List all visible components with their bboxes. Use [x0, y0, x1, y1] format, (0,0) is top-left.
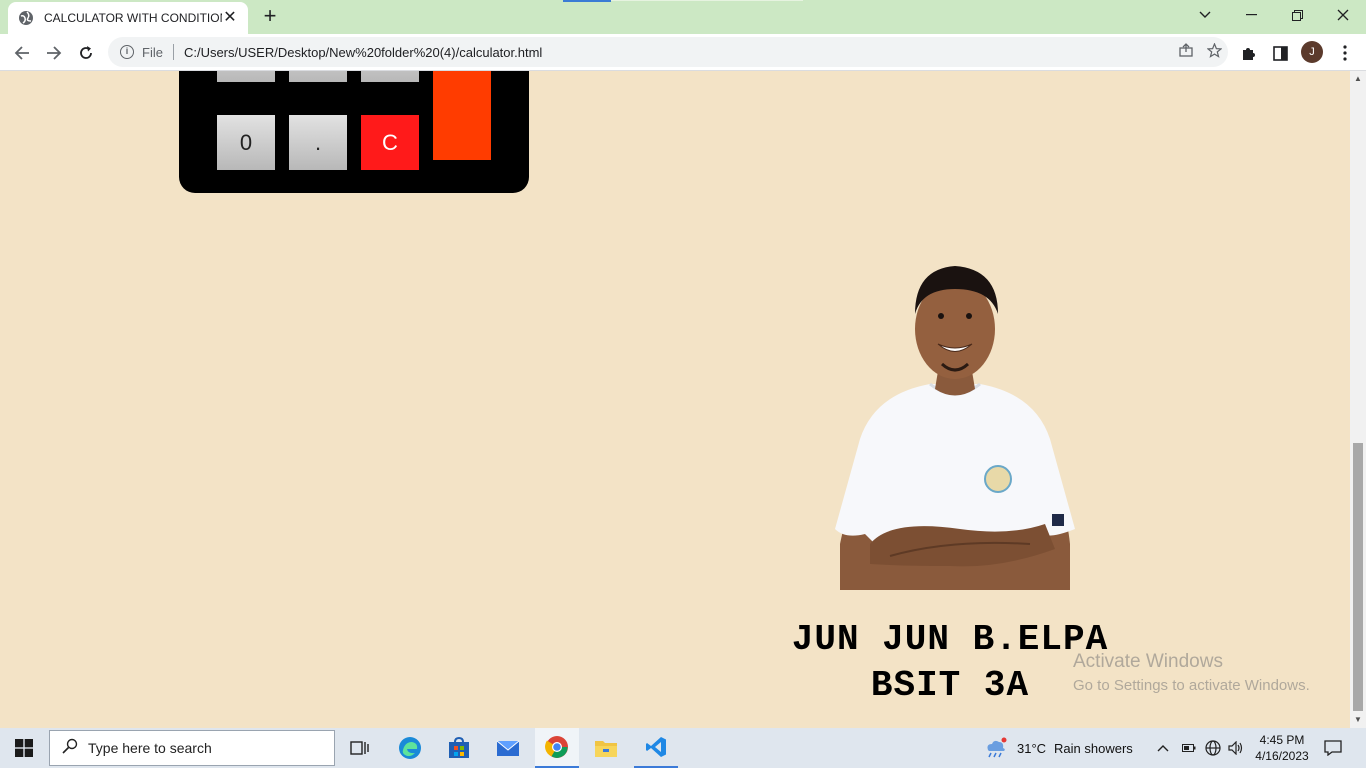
watermark-subtitle: Go to Settings to activate Windows. — [1073, 677, 1310, 694]
weather-widget[interactable]: 31°C Rain showers — [983, 728, 1133, 768]
menu-kebab-icon[interactable] — [1334, 42, 1356, 64]
search-placeholder: Type here to search — [88, 740, 212, 756]
reload-button[interactable] — [72, 39, 100, 67]
profile-avatar[interactable]: J — [1301, 41, 1323, 63]
minimize-button[interactable] — [1228, 0, 1274, 30]
clock-date: 4/16/2023 — [1255, 749, 1309, 763]
start-button[interactable] — [0, 728, 48, 768]
file-scheme-label: File — [142, 44, 163, 60]
new-tab-button[interactable]: + — [258, 5, 282, 29]
tab-strip-accent — [563, 0, 611, 2]
scroll-up-arrow-icon[interactable]: ▲ — [1350, 71, 1366, 87]
key-2[interactable]: 2 — [289, 71, 347, 82]
omnibox-divider — [172, 44, 174, 60]
taskbar-search-box[interactable]: Type here to search — [49, 730, 335, 766]
url-text[interactable]: C:/Users/USER/Desktop/New%20folder%20(4)… — [184, 45, 1172, 60]
browser-tab-active[interactable]: CALCULATOR WITH CONDITION ✕ — [8, 2, 248, 34]
weather-temperature: 31°C — [1017, 740, 1047, 756]
close-window-button[interactable] — [1320, 0, 1366, 30]
task-view-icon[interactable] — [338, 728, 382, 768]
key-0[interactable]: 0 — [217, 115, 275, 170]
bookmark-star-icon[interactable] — [1200, 41, 1228, 62]
scroll-down-arrow-icon[interactable]: ▼ — [1350, 712, 1366, 728]
tab-title: CALCULATOR WITH CONDITION — [44, 11, 222, 25]
tab-strip-highlight — [611, 0, 803, 1]
windows-taskbar: Type here to search 31°C Rain showers 4:… — [0, 728, 1366, 768]
page-scrollbar[interactable]: ▲ ▼ — [1350, 71, 1366, 728]
calculator-body: 1 2 3 0 . C — [179, 71, 529, 193]
network-globe-icon[interactable] — [1205, 728, 1221, 768]
weather-description: Rain showers — [1054, 740, 1133, 756]
rain-cloud-icon — [987, 737, 1007, 758]
reload-icon — [80, 46, 92, 59]
clock-time: 4:45 PM — [1259, 733, 1305, 747]
key-1[interactable]: 1 — [217, 71, 275, 82]
system-clock[interactable]: 4:45 PM 4/16/2023 — [1250, 732, 1314, 764]
microsoft-store-icon[interactable] — [437, 728, 481, 768]
back-button[interactable] — [8, 39, 36, 67]
arrow-right-icon — [47, 46, 62, 60]
chrome-browser-icon[interactable] — [535, 728, 579, 768]
tab-close-icon[interactable]: ✕ — [222, 10, 238, 26]
page-viewport: 1 2 3 0 . C JUN JUN B.ELPA BSIT 3A — [0, 71, 1350, 728]
browser-toolbar: i File C:/Users/USER/Desktop/New%20folde… — [0, 34, 1366, 71]
restore-button[interactable] — [1274, 0, 1320, 30]
key-3[interactable]: 3 — [361, 71, 419, 82]
arrow-left-icon — [14, 46, 29, 60]
browser-tab-strip: CALCULATOR WITH CONDITION ✕ + — [0, 0, 1366, 34]
scrollbar-thumb[interactable] — [1353, 443, 1363, 711]
info-icon[interactable]: i — [120, 45, 134, 59]
volume-icon[interactable] — [1228, 728, 1244, 768]
edge-browser-icon[interactable] — [388, 728, 432, 768]
show-hidden-icons-chevron-icon[interactable] — [1157, 728, 1169, 768]
activate-windows-watermark: Activate Windows Go to Settings to activ… — [1073, 651, 1310, 694]
key-decimal[interactable]: . — [289, 115, 347, 170]
equals-key[interactable] — [433, 71, 491, 160]
tab-search-chevron-icon[interactable] — [1182, 0, 1228, 30]
globe-icon — [19, 11, 33, 25]
vscode-icon[interactable] — [634, 728, 678, 768]
side-panel-icon[interactable] — [1269, 42, 1291, 64]
profile-photo — [835, 266, 1075, 590]
address-bar[interactable]: i File C:/Users/USER/Desktop/New%20folde… — [108, 37, 1228, 67]
windows-logo-icon — [15, 739, 33, 757]
file-explorer-icon[interactable] — [584, 728, 628, 768]
search-icon — [62, 738, 78, 759]
notification-icon[interactable] — [1324, 728, 1342, 768]
share-icon[interactable] — [1172, 43, 1200, 61]
mail-icon[interactable] — [486, 728, 530, 768]
clear-key[interactable]: C — [361, 115, 419, 170]
extensions-puzzle-icon[interactable] — [1237, 42, 1259, 64]
watermark-title: Activate Windows — [1073, 651, 1223, 672]
battery-icon[interactable] — [1182, 728, 1196, 768]
forward-button[interactable] — [40, 39, 68, 67]
